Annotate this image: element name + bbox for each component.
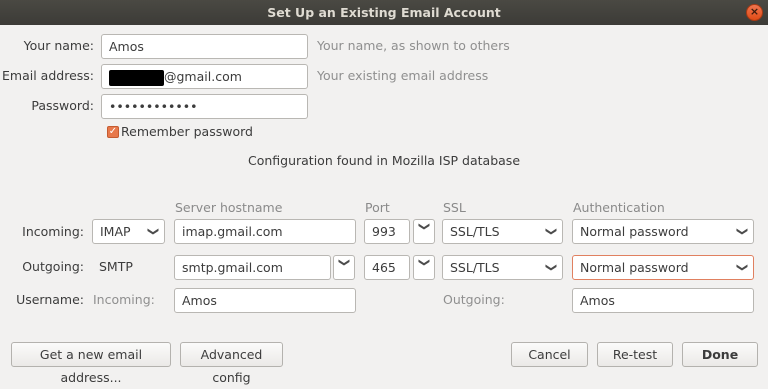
email-suffix: @gmail.com [164, 69, 242, 84]
incoming-auth-select[interactable]: Normal password ❯ [572, 219, 754, 244]
username-outgoing-field[interactable]: Amos [572, 288, 754, 313]
incoming-port-dropdown[interactable]: ❯ [413, 219, 435, 244]
header-authentication: Authentication [573, 200, 665, 215]
chevron-down-icon: ❯ [544, 226, 558, 237]
header-port: Port [365, 200, 390, 215]
chevron-down-icon: ❯ [544, 262, 558, 273]
cancel-button[interactable]: Cancel [511, 342, 588, 367]
close-icon: × [749, 5, 760, 18]
close-window-button[interactable]: × [746, 4, 763, 21]
incoming-port-field[interactable]: 993 [364, 219, 410, 244]
header-server-hostname: Server hostname [175, 200, 283, 215]
name-field[interactable]: Amos [101, 34, 308, 59]
email-hint: Your existing email address [317, 68, 489, 83]
header-ssl: SSL [443, 200, 466, 215]
chevron-down-icon: ❯ [735, 262, 749, 273]
checkmark-icon: ✓ [108, 126, 118, 137]
outgoing-ssl-value: SSL/TLS [450, 260, 500, 275]
advanced-config-button[interactable]: Advanced config [180, 342, 283, 385]
chevron-down-icon: ❯ [735, 226, 749, 237]
outgoing-auth-select[interactable]: Normal password ❯ [572, 255, 754, 280]
username-incoming-field[interactable]: Amos [174, 288, 356, 313]
chevron-down-icon: ❯ [417, 221, 431, 232]
remember-password-label: Remember password [121, 124, 253, 139]
outgoing-port-dropdown[interactable]: ❯ [413, 255, 435, 280]
retest-button[interactable]: Re-test [597, 342, 673, 367]
status-message: Configuration found in Mozilla ISP datab… [247, 153, 521, 168]
remember-password-checkbox[interactable]: ✓ [107, 126, 119, 138]
outgoing-hostname-field[interactable]: smtp.gmail.com [174, 255, 331, 280]
outgoing-label: Outgoing: [22, 259, 84, 274]
outgoing-ssl-select[interactable]: SSL/TLS ❯ [442, 255, 563, 280]
get-new-email-button[interactable]: Get a new email address... [11, 342, 171, 385]
password-field[interactable]: •••••••••••• [101, 94, 308, 119]
incoming-auth-value: Normal password [580, 224, 689, 239]
email-field[interactable]: @gmail.com [101, 64, 308, 89]
outgoing-protocol: SMTP [99, 259, 133, 274]
incoming-hostname-field[interactable]: imap.gmail.com [174, 219, 356, 244]
chevron-down-icon: ❯ [146, 226, 160, 237]
incoming-ssl-select[interactable]: SSL/TLS ❯ [442, 219, 563, 244]
password-label: Password: [31, 98, 94, 113]
email-label: Email address: [2, 68, 94, 83]
window-titlebar: Set Up an Existing Email Account × [0, 0, 768, 25]
username-outgoing-label: Outgoing: [443, 292, 505, 307]
name-label: Your name: [23, 38, 94, 53]
outgoing-hostname-dropdown[interactable]: ❯ [333, 255, 355, 280]
incoming-protocol-value: IMAP [100, 224, 131, 239]
outgoing-auth-value: Normal password [580, 260, 689, 275]
outgoing-port-field[interactable]: 465 [364, 255, 410, 280]
chevron-down-icon: ❯ [337, 257, 351, 268]
incoming-ssl-value: SSL/TLS [450, 224, 500, 239]
window-title: Set Up an Existing Email Account [267, 5, 501, 20]
redaction-block [109, 69, 164, 86]
incoming-label: Incoming: [22, 224, 84, 239]
name-hint: Your name, as shown to others [317, 38, 510, 53]
done-button[interactable]: Done [682, 342, 758, 367]
chevron-down-icon: ❯ [417, 257, 431, 268]
username-incoming-label: Incoming: [93, 292, 155, 307]
username-label: Username: [16, 292, 84, 307]
incoming-protocol-select[interactable]: IMAP ❯ [92, 219, 165, 244]
